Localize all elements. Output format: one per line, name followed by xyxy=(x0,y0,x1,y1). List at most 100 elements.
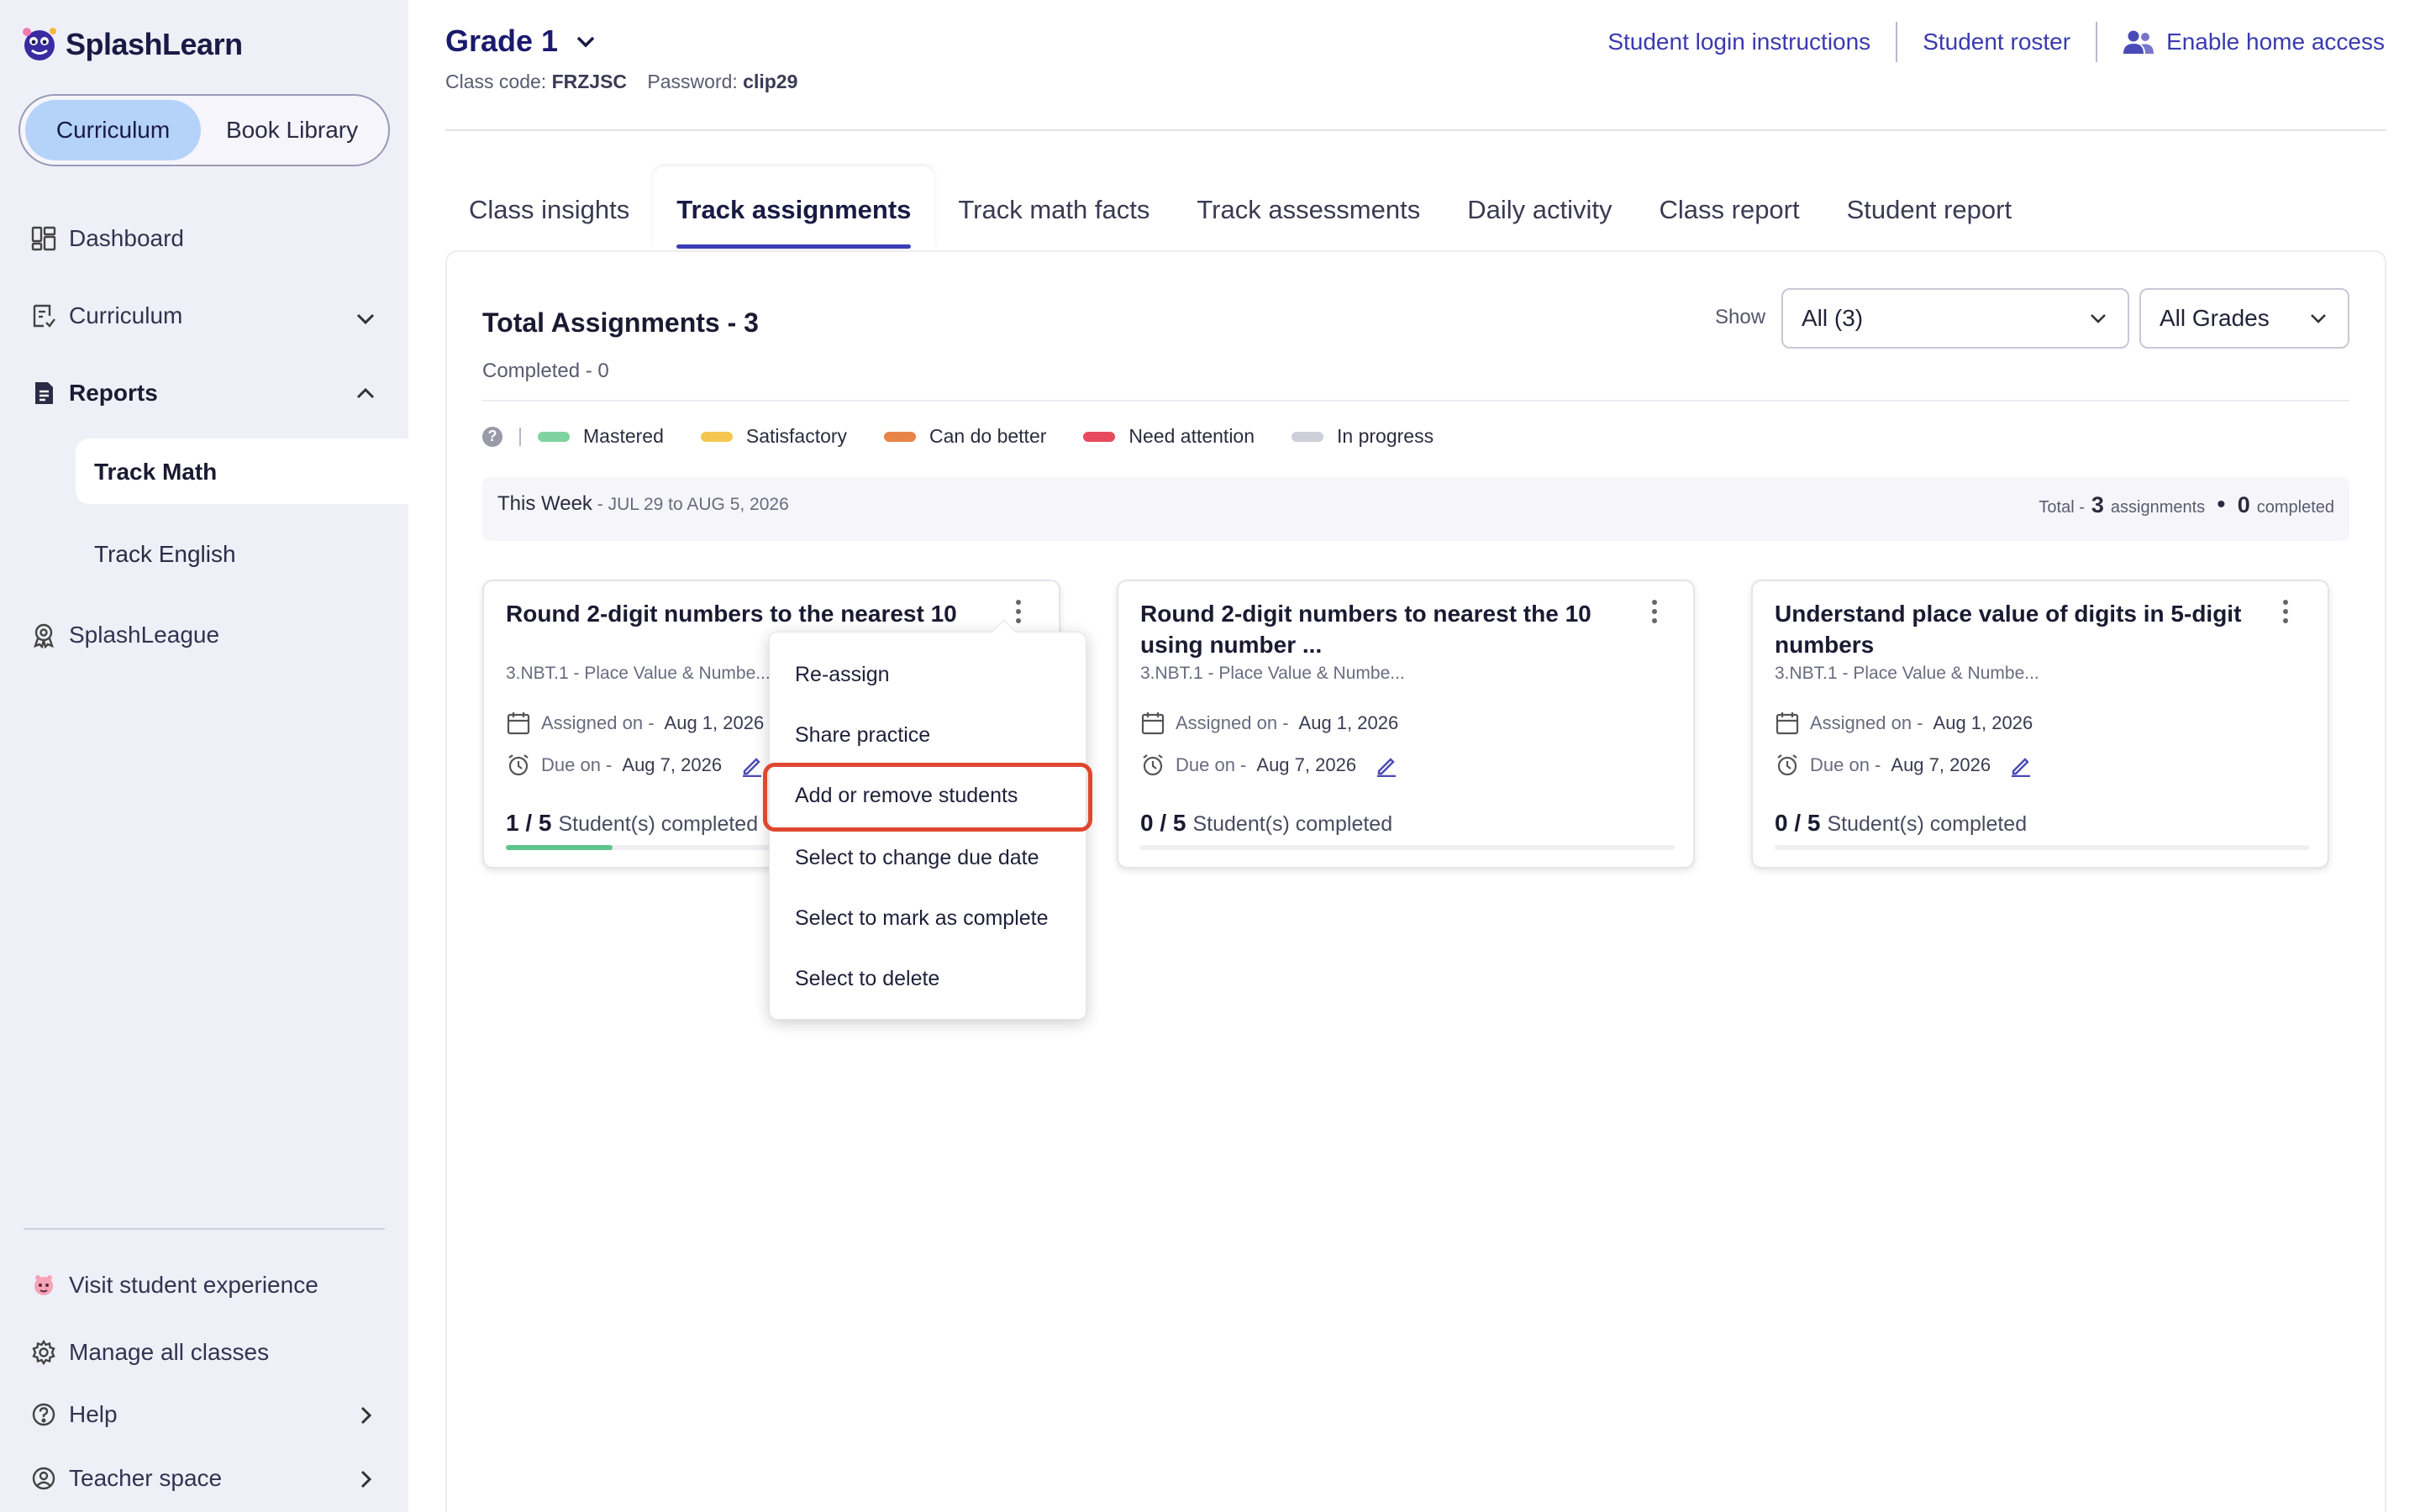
chevron-up-icon[interactable] xyxy=(351,380,380,408)
reports-icon xyxy=(35,382,53,404)
pencil-icon[interactable] xyxy=(2009,753,2033,777)
menu-item-mark-complete[interactable]: Select to mark as complete xyxy=(795,906,1049,931)
due-date-row: Due on - Aug 7, 2026 xyxy=(1140,753,1398,778)
students-completed: 0 / 5 Student(s) completed xyxy=(1140,810,1392,837)
week-completed-suffix: completed xyxy=(2256,498,2334,517)
sidebar-item-splashleague[interactable]: SplashLeague xyxy=(30,622,219,648)
sidebar-item-manage-classes[interactable]: Manage all classes xyxy=(30,1339,269,1366)
sidebar-item-label: Visit student experience xyxy=(69,1272,318,1298)
grade-selector[interactable]: Grade 1 xyxy=(445,24,598,59)
completed-label: Student(s) completed xyxy=(1192,812,1393,836)
legend-swatch xyxy=(538,431,570,442)
legend-item-in-progress: In progress xyxy=(1292,425,1434,448)
sidebar-item-teacher-space[interactable]: Teacher space xyxy=(30,1465,222,1492)
legend-item-satisfactory: Satisfactory xyxy=(700,425,847,448)
sidebar-item-curriculum[interactable]: Curriculum xyxy=(30,302,182,329)
completion-progress-bar xyxy=(1775,845,2309,850)
calendar-icon xyxy=(1776,712,1799,735)
sidebar-item-help[interactable]: Help xyxy=(30,1401,118,1428)
dashboard-icon xyxy=(31,226,56,251)
tab-track-assignments[interactable]: Track assignments xyxy=(653,166,935,249)
menu-item-share-practice[interactable]: Share practice xyxy=(795,723,930,748)
chevron-down-icon[interactable] xyxy=(351,304,380,333)
week-total-prefix: Total - xyxy=(2039,498,2085,517)
students-completed: 1 / 5 Student(s) completed xyxy=(506,810,758,837)
legend-swatch xyxy=(700,431,733,442)
chevron-right-icon[interactable] xyxy=(351,1401,380,1430)
book-library-toggle-button[interactable]: Book Library xyxy=(201,100,383,160)
tab-track-assessments[interactable]: Track assessments xyxy=(1173,195,1444,249)
brand-logo[interactable]: SplashLearn xyxy=(18,24,243,66)
sidebar: SplashLearn Curriculum Book Library Dash… xyxy=(0,0,408,1512)
legend-item-need-attention: Need attention xyxy=(1083,425,1255,448)
week-completed-count: 0 xyxy=(2237,492,2250,517)
students-completed: 0 / 5 Student(s) completed xyxy=(1775,810,2027,837)
menu-item-reassign[interactable]: Re-assign xyxy=(795,663,890,687)
assigned-label: Assigned on - xyxy=(1810,712,1923,733)
week-summary-bar: This Week - JUL 29 to AUG 5, 2026 Total … xyxy=(482,477,2349,541)
header-links: Student login instructions Student roste… xyxy=(1607,22,2385,62)
more-options-icon[interactable] xyxy=(1649,598,1660,625)
chevron-right-icon[interactable] xyxy=(351,1465,380,1494)
legend-item-mastered: Mastered xyxy=(538,425,664,448)
enable-home-access-link[interactable]: Enable home access xyxy=(2123,29,2385,55)
sidebar-subitem-track-english[interactable]: Track English xyxy=(94,541,236,568)
due-date-row: Due on - Aug 7, 2026 xyxy=(1775,753,2033,778)
assignment-title: Understand place value of digits in 5-di… xyxy=(1775,601,2242,658)
chevron-down-icon xyxy=(2091,314,2106,323)
assignment-options-menu: Re-assign Share practice Add or remove s… xyxy=(769,632,1086,1020)
tab-class-report[interactable]: Class report xyxy=(1636,195,1823,249)
brand-name: SplashLearn xyxy=(66,27,243,61)
help-icon[interactable]: ? xyxy=(482,426,502,447)
enable-home-access-label: Enable home access xyxy=(2166,29,2385,55)
week-label: This Week - JUL 29 to AUG 5, 2026 xyxy=(497,492,789,516)
student-roster-link[interactable]: Student roster xyxy=(1923,29,2070,55)
sidebar-item-reports[interactable]: Reports xyxy=(30,380,158,407)
more-options-icon[interactable] xyxy=(2281,598,2291,625)
tab-track-math-facts[interactable]: Track math facts xyxy=(934,195,1173,249)
assigned-date: Aug 1, 2026 xyxy=(1933,712,2033,733)
users-icon xyxy=(2123,30,2154,54)
grade-title: Grade 1 xyxy=(445,24,559,58)
legend-swatch xyxy=(884,431,917,442)
completion-progress-fill xyxy=(506,845,613,850)
more-options-icon[interactable] xyxy=(1013,598,1023,625)
tab-daily-activity[interactable]: Daily activity xyxy=(1444,195,1635,249)
sidebar-item-visit-student[interactable]: Visit student experience xyxy=(30,1272,318,1299)
tab-class-insights[interactable]: Class insights xyxy=(445,195,653,249)
assigned-date: Aug 1, 2026 xyxy=(664,712,765,733)
sidebar-item-label: Teacher space xyxy=(69,1465,223,1491)
due-date: Aug 7, 2026 xyxy=(1256,754,1357,775)
assignment-card[interactable]: Round 2-digit numbers to nearest the 10 … xyxy=(1117,580,1695,869)
week-totals: Total - 3 assignments • 0 completed xyxy=(2039,491,2334,519)
sidebar-item-dashboard[interactable]: Dashboard xyxy=(30,225,184,252)
pencil-icon[interactable] xyxy=(740,753,764,777)
curriculum-toggle-button[interactable]: Curriculum xyxy=(25,100,202,160)
assignment-card[interactable]: Understand place value of digits in 5-di… xyxy=(1751,580,2329,869)
due-label: Due on - xyxy=(541,754,613,775)
menu-item-change-due-date[interactable]: Select to change due date xyxy=(795,846,1039,870)
assigned-date-row: Assigned on - Aug 1, 2026 xyxy=(1775,711,2033,736)
completed-ratio: 0 / 5 xyxy=(1140,810,1186,836)
sidebar-divider xyxy=(24,1228,385,1230)
assigned-date-row: Assigned on - Aug 1, 2026 xyxy=(506,711,764,736)
tab-student-report[interactable]: Student report xyxy=(1823,195,2035,249)
sidebar-item-label: Dashboard xyxy=(69,225,184,251)
chevron-down-icon xyxy=(576,36,595,48)
sidebar-subitem-track-math[interactable]: Track Math xyxy=(94,459,217,486)
student-avatar-icon xyxy=(34,1275,53,1295)
class-code: FRZJSC xyxy=(551,71,628,92)
pencil-icon[interactable] xyxy=(1375,753,1398,777)
grade-filter-select[interactable]: All Grades xyxy=(2139,288,2349,349)
menu-item-delete[interactable]: Select to delete xyxy=(795,967,939,991)
alarm-clock-icon xyxy=(1143,754,1163,776)
legend-label: Need attention xyxy=(1128,425,1255,447)
due-label: Due on - xyxy=(1176,754,1247,775)
assignment-filter-select[interactable]: All (3) xyxy=(1781,288,2129,349)
calendar-icon xyxy=(1141,712,1165,735)
menu-item-add-remove-students[interactable]: Add or remove students xyxy=(795,784,1018,808)
completed-label: Student(s) completed xyxy=(1827,812,2028,836)
assignment-filter-value: All (3) xyxy=(1802,305,1864,331)
due-label: Due on - xyxy=(1810,754,1881,775)
student-login-instructions-link[interactable]: Student login instructions xyxy=(1607,29,1870,55)
